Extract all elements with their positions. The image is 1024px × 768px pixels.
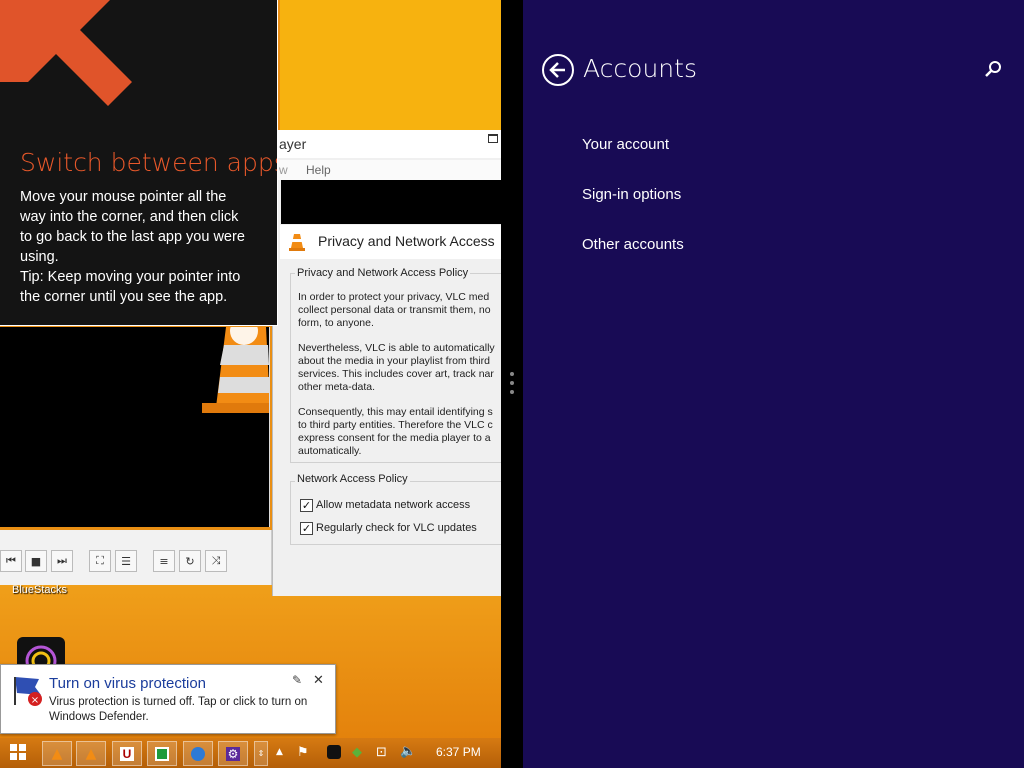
settings-app-icon: [191, 746, 205, 761]
pin-icon[interactable]: ✎: [292, 673, 302, 687]
tutorial-text: to go back to the last app you were: [20, 229, 245, 245]
taskbar-app-u[interactable]: U: [112, 741, 142, 766]
nav-item-other-accounts[interactable]: Other accounts: [582, 236, 684, 253]
search-button[interactable]: [984, 60, 1002, 82]
policy-text: collect personal data or transmit them, …: [298, 304, 491, 316]
chevron-up-down-icon: ⇕: [257, 749, 265, 758]
previous-icon[interactable]: ⏮: [0, 550, 22, 572]
notification-body: Windows Defender.: [49, 711, 149, 723]
page-title: Accounts: [583, 54, 697, 83]
corner-arrow-icon: [0, 0, 132, 106]
stop-icon[interactable]: ■: [25, 550, 47, 572]
pc-settings-panel: [523, 0, 1024, 768]
vlc-window-title: ayer: [279, 136, 307, 152]
taskbar-scroll[interactable]: ⇕: [254, 741, 268, 766]
network-policy-group-title: Network Access Policy: [295, 473, 410, 485]
nav-item-your-account[interactable]: Your account: [582, 136, 669, 153]
policy-text: express consent for the media player to …: [298, 432, 491, 444]
policy-text: other meta-data.: [298, 381, 376, 393]
camera-app-icon[interactable]: [17, 637, 65, 667]
loop-icon[interactable]: ↻: [179, 550, 201, 572]
metadata-access-checkbox[interactable]: ✓: [300, 499, 313, 512]
tutorial-title: Switch between apps: [20, 148, 278, 177]
fullscreen-icon[interactable]: ⛶: [89, 550, 111, 572]
vlc-cone-icon: [289, 234, 305, 251]
store-icon: [155, 746, 169, 761]
vlc-titlebar[interactable]: ayer: [273, 130, 501, 158]
menu-view[interactable]: w: [279, 163, 288, 177]
next-icon[interactable]: ⏭: [51, 550, 73, 572]
back-arrow-icon: [549, 62, 565, 78]
windows-logo-icon: [10, 744, 26, 760]
vlc-cone-icon: ▲: [85, 745, 97, 762]
policy-text: services. This includes cover art, track…: [298, 368, 494, 380]
vlc-controls-bar: ⏮ ■ ⏭ ⛶ ☰ ≡ ↻ ⤨: [0, 530, 272, 585]
menu-help[interactable]: Help: [306, 163, 331, 177]
taskbar-app-purple[interactable]: ⚙: [218, 741, 248, 766]
policy-text: about the media in your playlist from th…: [298, 355, 491, 367]
desktop-background-top: [280, 0, 501, 130]
policy-text: In order to protect your privacy, VLC me…: [298, 291, 490, 303]
network-icon[interactable]: ⊡: [376, 745, 387, 760]
taskbar-clock[interactable]: 6:37 PM: [436, 745, 481, 759]
privacy-dialog-header[interactable]: Privacy and Network Access: [280, 225, 501, 259]
taskbar-app-blue[interactable]: [183, 741, 213, 766]
privacy-dialog: Privacy and Network Access Privacy and N…: [280, 225, 501, 595]
tutorial-text: Move your mouse pointer all the: [20, 189, 227, 205]
taskbar-app-green[interactable]: [147, 741, 177, 766]
vlc-video-strip: [281, 180, 501, 224]
network-policy-group: [290, 481, 501, 545]
defender-notification[interactable]: × Turn on virus protection Virus protect…: [0, 664, 336, 734]
maximize-icon[interactable]: [488, 134, 498, 143]
tutorial-overlay: Switch between apps Move your mouse poin…: [0, 0, 278, 326]
notification-title: Turn on virus protection: [49, 675, 207, 692]
tray-defender-icon[interactable]: ⚑: [297, 745, 309, 760]
taskbar-vlc-2[interactable]: ▲: [76, 741, 106, 766]
back-button[interactable]: [542, 54, 574, 86]
tutorial-text: Tip: Keep moving your pointer into: [20, 269, 241, 285]
policy-text: Nevertheless, VLC is able to automatical…: [298, 342, 495, 354]
privacy-policy-group-title: Privacy and Network Access Policy: [295, 267, 471, 279]
divider-handle-dot: [510, 381, 514, 385]
metadata-access-label[interactable]: Allow metadata network access: [316, 499, 470, 511]
u-app-icon: U: [119, 746, 135, 761]
notification-body: Virus protection is turned off. Tap or c…: [49, 696, 308, 708]
tray-bluestacks-icon[interactable]: ◆: [352, 745, 362, 760]
volume-icon[interactable]: 🔈: [400, 744, 416, 759]
tray-camera-icon[interactable]: [327, 745, 341, 759]
vlc-video-area[interactable]: [0, 327, 270, 527]
policy-text: to third party entities. Therefore the V…: [298, 419, 493, 431]
policy-text: Consequently, this may entail identifyin…: [298, 406, 493, 418]
vlc-cone-icon: ▲: [51, 745, 63, 762]
search-icon: [985, 61, 1001, 77]
policy-text: form, to anyone.: [298, 317, 374, 329]
tutorial-text: the corner until you see the app.: [20, 289, 228, 305]
policy-text: automatically.: [298, 445, 362, 457]
divider-handle-dot: [510, 372, 514, 376]
check-updates-label[interactable]: Regularly check for VLC updates: [316, 522, 477, 534]
shuffle-icon[interactable]: ⤨: [205, 550, 227, 572]
playlist-icon[interactable]: ≡: [153, 550, 175, 572]
bluestacks-desktop-label[interactable]: BlueStacks: [12, 584, 67, 596]
tutorial-text: using.: [20, 249, 59, 265]
tutorial-text: way into the corner, and then click: [20, 209, 239, 225]
extended-settings-icon[interactable]: ☰: [115, 550, 137, 572]
vlc-cone-icon: [202, 327, 269, 413]
check-updates-checkbox[interactable]: ✓: [300, 522, 313, 535]
show-hidden-icons-chevron-icon[interactable]: ▲: [276, 747, 283, 757]
start-button[interactable]: [10, 744, 26, 764]
close-icon[interactable]: ✕: [313, 673, 324, 688]
divider-handle-dot: [510, 390, 514, 394]
privacy-dialog-title: Privacy and Network Access: [318, 233, 495, 249]
taskbar-vlc-1[interactable]: ▲: [42, 741, 72, 766]
nav-item-sign-in-options[interactable]: Sign-in options: [582, 186, 681, 203]
svg-text:×: ×: [31, 695, 39, 706]
gear-icon: ⚙: [225, 746, 241, 761]
action-center-flag-icon: ×: [14, 677, 42, 706]
